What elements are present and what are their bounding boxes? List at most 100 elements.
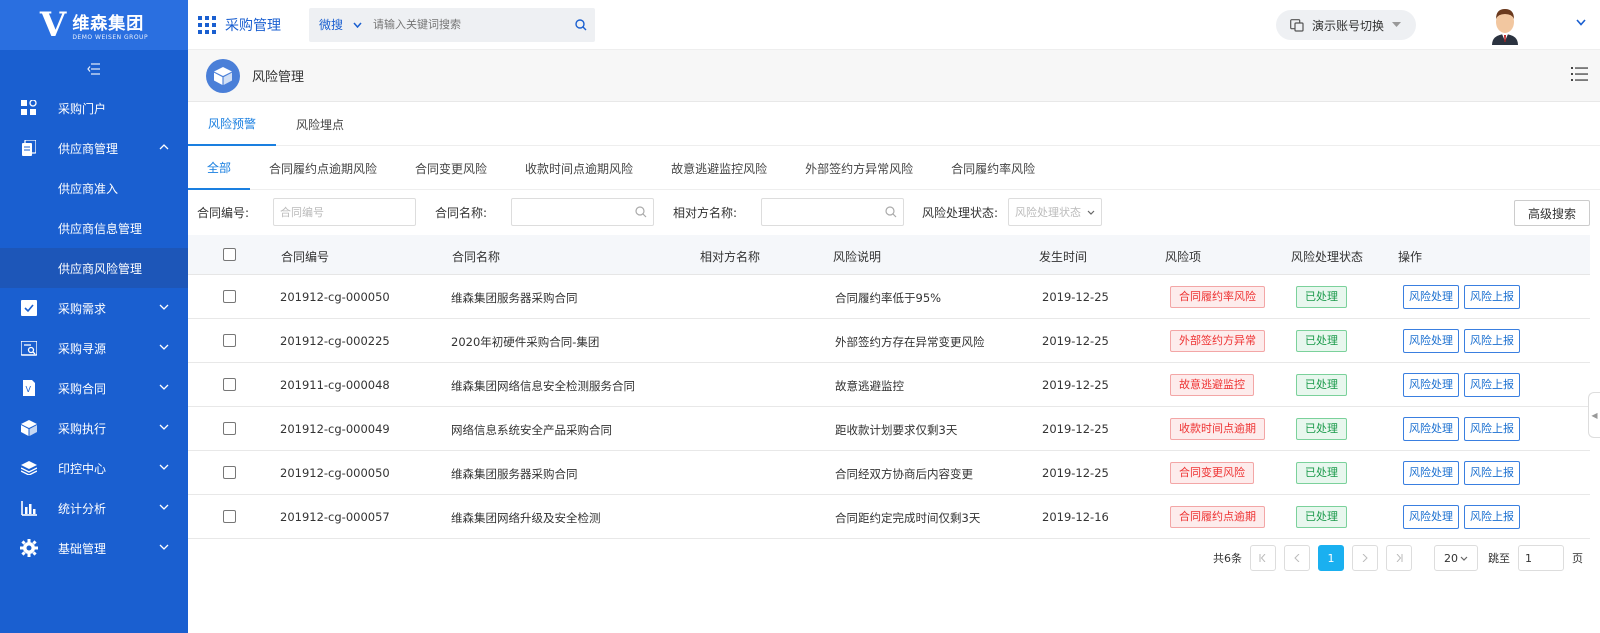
cell-time: 2019-12-16 xyxy=(1042,510,1109,524)
chevron-down-icon xyxy=(159,384,169,390)
sidebar-item-contract[interactable]: V 采购合同 xyxy=(0,368,188,408)
cell-risk-desc: 合同经双方协商后内容变更 xyxy=(835,467,973,481)
chevron-up-icon xyxy=(159,144,169,150)
logo-name: 维森集团 xyxy=(72,14,145,34)
table-header: 合同编号 合同名称 相对方名称 风险说明 发生时间 风险项 风险处理状态 操作 xyxy=(188,235,1590,275)
page-header: 风险管理 xyxy=(188,50,1600,102)
table-body: 201912-cg-000050 维森集团服务器采购合同 合同履约率低于95% 201… xyxy=(188,275,1590,539)
col-risk-item: 风险项 xyxy=(1165,250,1202,264)
chevron-right-icon xyxy=(1362,554,1368,562)
sidebar-subitem-supplier-access[interactable]: 供应商准入 xyxy=(0,168,188,208)
risk-handle-button[interactable]: 风险处理 xyxy=(1403,505,1459,529)
jump-input[interactable]: 1 xyxy=(1518,545,1564,571)
prev-page-button[interactable] xyxy=(1284,545,1310,571)
risk-tag: 收款时间点逾期 xyxy=(1170,418,1265,440)
cell-risk-desc: 故意逃避监控 xyxy=(835,379,904,393)
page-size-select[interactable]: 20 xyxy=(1434,545,1478,571)
tab-contract-change[interactable]: 合同变更风险 xyxy=(396,146,506,190)
sidebar-item-supplier[interactable]: 供应商管理 xyxy=(0,128,188,168)
row-checkbox[interactable] xyxy=(223,378,236,391)
risk-table: 合同编号 合同名称 相对方名称 风险说明 发生时间 风险项 风险处理状态 操作 … xyxy=(188,235,1590,539)
cell-risk-desc: 距收款计划要求仅剩3天 xyxy=(835,423,958,437)
select-all-checkbox[interactable] xyxy=(223,248,236,261)
sidebar-subitem-supplier-risk[interactable]: 供应商风险管理 xyxy=(0,248,188,288)
risk-handle-button[interactable]: 风险处理 xyxy=(1403,285,1459,309)
chevron-down-icon xyxy=(1460,556,1468,561)
tab-evasion[interactable]: 故意逃避监控风险 xyxy=(652,146,786,190)
supplier-icon xyxy=(20,139,38,157)
list-icon[interactable] xyxy=(1571,67,1588,81)
avatar[interactable] xyxy=(1490,5,1520,45)
sidebar-item-demand[interactable]: 采购需求 xyxy=(0,288,188,328)
row-checkbox[interactable] xyxy=(223,334,236,347)
risk-handle-button[interactable]: 风险处理 xyxy=(1403,373,1459,397)
account-switch-button[interactable]: 演示账号切换 xyxy=(1276,10,1416,40)
tab-performance-overdue[interactable]: 合同履约点逾期风险 xyxy=(250,146,396,190)
cube-icon xyxy=(20,419,38,437)
search-type-select[interactable]: 微搜 xyxy=(309,16,373,33)
chevron-down-icon xyxy=(159,464,169,470)
col-status: 风险处理状态 xyxy=(1291,250,1364,264)
risk-tag: 外部签约方异常 xyxy=(1170,330,1265,352)
row-checkbox[interactable] xyxy=(223,290,236,303)
gear-icon xyxy=(20,539,38,557)
search-input[interactable] xyxy=(373,18,567,31)
risk-report-button[interactable]: 风险上报 xyxy=(1464,461,1520,485)
advanced-search-button[interactable]: 高级搜索 xyxy=(1514,200,1590,226)
tab-all[interactable]: 全部 xyxy=(188,146,251,190)
sidebar-item-stats[interactable]: 统计分析 xyxy=(0,488,188,528)
chevron-down-icon xyxy=(159,544,169,550)
table-row: 201912-cg-000050 维森集团服务器采购合同 合同履约率低于95% 201… xyxy=(188,275,1590,319)
risk-tag: 合同履约率风险 xyxy=(1170,286,1265,308)
apps-grid-icon[interactable] xyxy=(198,15,216,34)
table-row: 201912-cg-000057 维森集团网络升级及安全检测 合同距约定完成时间仅剩… xyxy=(188,495,1590,539)
table-row: 201912-cg-000225 2020年初硬件采购合同-集团 外部签约方存在异常… xyxy=(188,319,1590,363)
risk-handle-button[interactable]: 风险处理 xyxy=(1403,329,1459,353)
tab-risk-tracking[interactable]: 风险埋点 xyxy=(276,102,364,146)
first-page-button[interactable] xyxy=(1250,545,1276,571)
risk-handle-button[interactable]: 风险处理 xyxy=(1403,417,1459,441)
sidebar-item-portal[interactable]: 采购门户 xyxy=(0,88,188,128)
search-icon[interactable] xyxy=(567,18,595,31)
collapse-sidebar-button[interactable] xyxy=(0,50,188,88)
risk-report-button[interactable]: 风险上报 xyxy=(1464,329,1520,353)
chevron-down-icon[interactable] xyxy=(1576,19,1586,26)
row-checkbox[interactable] xyxy=(223,510,236,523)
status-select[interactable]: 风险处理状态 xyxy=(1008,198,1102,226)
global-search: 微搜 xyxy=(309,7,595,42)
tab-payment-overdue[interactable]: 收款时间点逾期风险 xyxy=(506,146,652,190)
counterparty-label: 相对方名称: xyxy=(673,206,738,220)
counterparty-input[interactable] xyxy=(761,198,904,226)
row-checkbox[interactable] xyxy=(223,466,236,479)
contract-name-input[interactable] xyxy=(511,198,654,226)
risk-report-button[interactable]: 风险上报 xyxy=(1464,285,1520,309)
sidebar-item-sourcing[interactable]: 采购寻源 xyxy=(0,328,188,368)
tab-external-party[interactable]: 外部签约方异常风险 xyxy=(786,146,932,190)
page-title: 风险管理 xyxy=(252,70,305,85)
last-page-button[interactable] xyxy=(1386,545,1412,571)
brand-logo[interactable]: V 维森集团 DEMO WEISEN GROUP xyxy=(0,0,188,50)
page-button-current[interactable]: 1 xyxy=(1318,545,1344,571)
sidebar-item-execution[interactable]: 采购执行 xyxy=(0,408,188,448)
sidebar-item-label: 采购寻源 xyxy=(58,341,107,356)
cell-risk-desc: 外部签约方存在异常变更风险 xyxy=(835,335,985,349)
risk-handle-button[interactable]: 风险处理 xyxy=(1403,461,1459,485)
module-title: 采购管理 xyxy=(225,17,281,34)
risk-report-button[interactable]: 风险上报 xyxy=(1464,417,1520,441)
sidebar-item-settings[interactable]: 基础管理 xyxy=(0,528,188,568)
contract-no-input[interactable]: 合同编号 xyxy=(273,198,416,226)
contract-no-label: 合同编号: xyxy=(197,206,250,220)
primary-tabs: 风险预警 风险埋点 xyxy=(188,102,1600,146)
col-counterparty: 相对方名称 xyxy=(700,250,761,264)
cell-time: 2019-12-25 xyxy=(1042,466,1109,480)
side-drawer-handle[interactable]: ◀ xyxy=(1588,392,1600,438)
tab-performance-rate[interactable]: 合同履约率风险 xyxy=(932,146,1054,190)
risk-tag: 合同变更风险 xyxy=(1170,462,1254,484)
sidebar-subitem-supplier-info[interactable]: 供应商信息管理 xyxy=(0,208,188,248)
next-page-button[interactable] xyxy=(1352,545,1378,571)
row-checkbox[interactable] xyxy=(223,422,236,435)
sidebar-item-seal[interactable]: 印控中心 xyxy=(0,448,188,488)
risk-report-button[interactable]: 风险上报 xyxy=(1464,505,1520,529)
risk-report-button[interactable]: 风险上报 xyxy=(1464,373,1520,397)
tab-risk-warning[interactable]: 风险预警 xyxy=(188,102,277,146)
